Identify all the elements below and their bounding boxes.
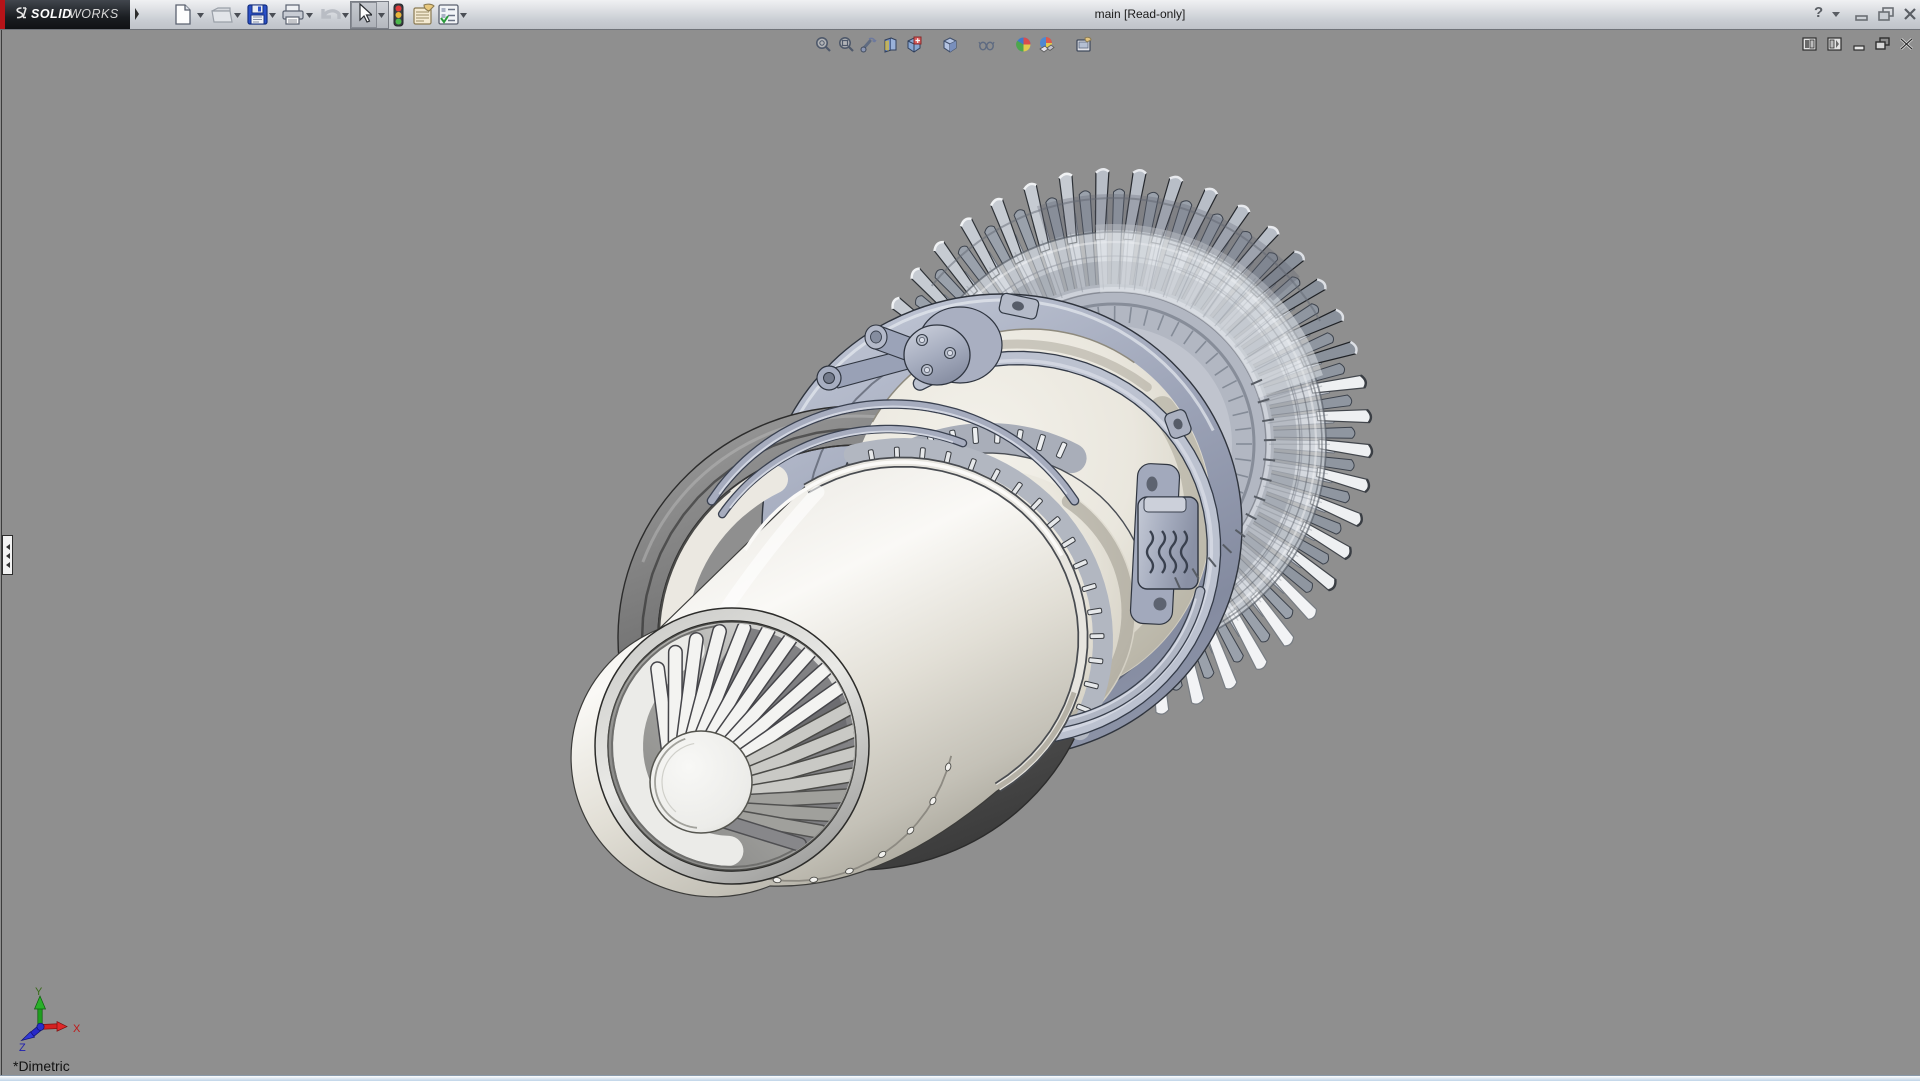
svg-text:Y: Y	[35, 986, 43, 998]
svg-text:X: X	[73, 1023, 81, 1035]
svg-text:Z: Z	[19, 1042, 26, 1054]
svg-text:SOLID: SOLID	[31, 7, 72, 21]
svg-text:WORKS: WORKS	[69, 7, 119, 21]
